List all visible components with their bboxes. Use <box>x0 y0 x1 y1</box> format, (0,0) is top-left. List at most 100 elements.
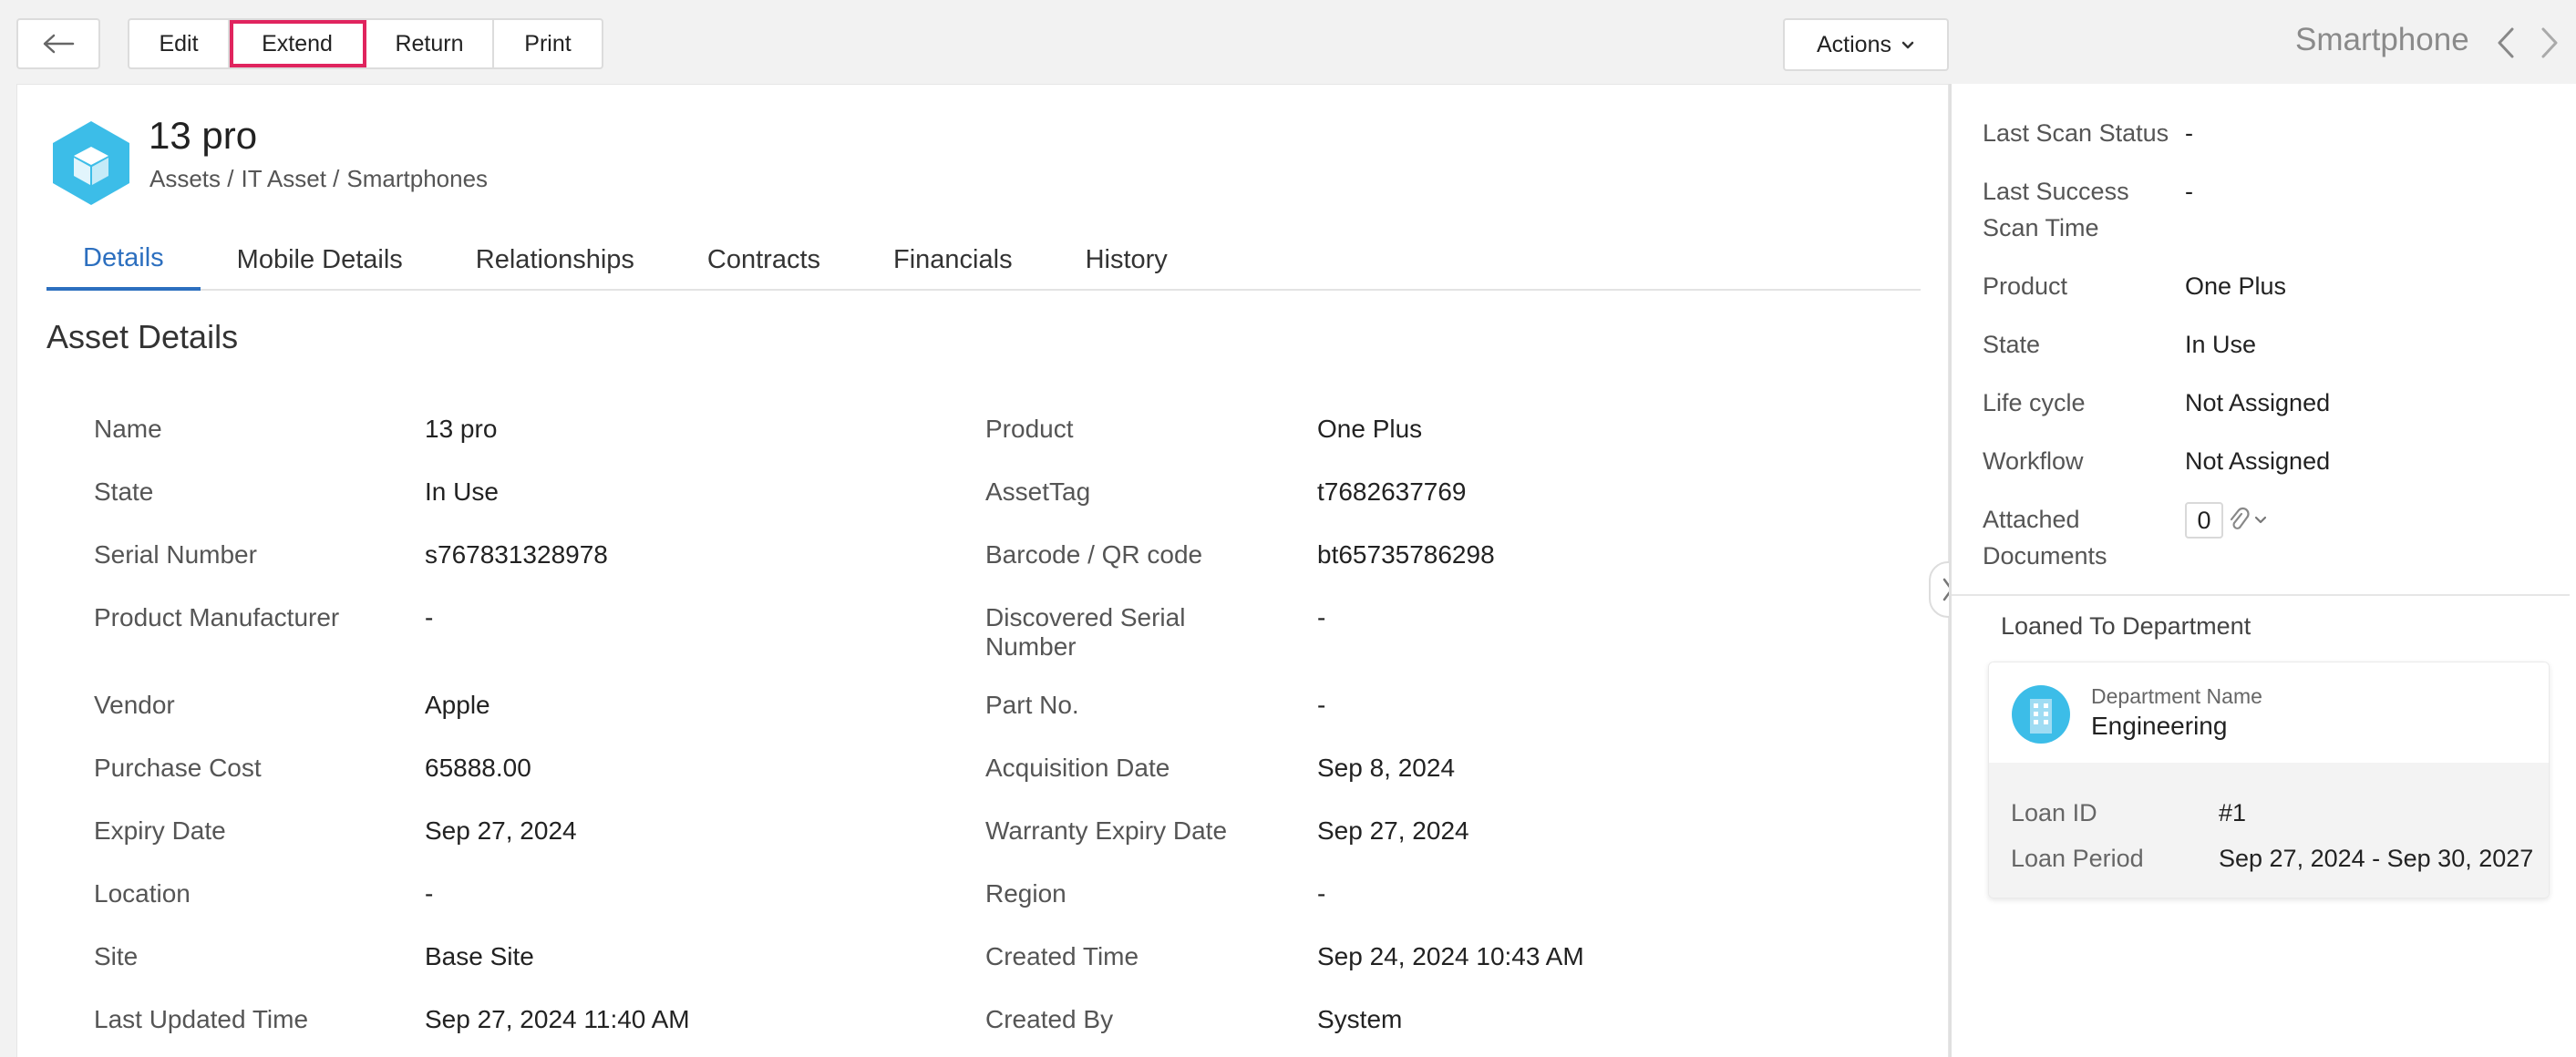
attached-documents-count: 0 <box>2185 502 2223 539</box>
attached-documents-label: Documents <box>1983 542 2107 570</box>
lifecycle-value: Not Assigned <box>2185 389 2331 416</box>
department-card-details <box>1989 763 2549 898</box>
field-value: Base Site <box>425 942 534 970</box>
field-label: Number <box>985 632 1077 661</box>
last-scan-status-label: Last Scan Status <box>1983 119 2169 147</box>
field-label: Part No. <box>985 691 1079 719</box>
tab-contracts[interactable]: Contracts <box>671 229 857 291</box>
department-card: Department Name Engineering Loan ID #1 L… <box>1988 662 2550 898</box>
asset-summary-sidebar: Last Scan Status - Last Success Scan Tim… <box>1949 84 2576 1057</box>
asset-details-panel: 13 pro Assets / IT Asset / Smartphones D… <box>16 84 1949 1057</box>
product-label: Product <box>1983 272 2068 300</box>
field-value: - <box>425 879 434 908</box>
field-label: Last Updated Time <box>94 1005 309 1033</box>
field-value: - <box>425 603 434 631</box>
field-value: 13 pro <box>425 415 498 443</box>
last-success-scan-label: Last Success <box>1983 178 2129 205</box>
return-button[interactable]: Return <box>366 20 494 67</box>
field-label: Created Time <box>985 942 1139 970</box>
record-type-title: Smartphone <box>2295 22 2469 57</box>
field-label: Region <box>985 879 1066 908</box>
workflow-label: Workflow <box>1983 447 2084 475</box>
field-label: Vendor <box>94 691 175 719</box>
loaned-to-department-title: Loaned To Department <box>2001 612 2251 640</box>
last-success-scan-label: Scan Time <box>1983 214 2099 241</box>
field-label: Product <box>985 415 1074 443</box>
chevron-left-icon[interactable] <box>2495 26 2517 60</box>
field-label: Expiry Date <box>94 816 226 845</box>
field-value: System <box>1317 1005 1403 1033</box>
field-value: s767831328978 <box>425 540 608 569</box>
field-value: Apple <box>425 691 490 719</box>
cube-icon <box>53 121 129 205</box>
field-label: Product Manufacturer <box>94 603 340 631</box>
edit-button[interactable]: Edit <box>129 20 230 67</box>
breadcrumb-item-it-asset[interactable]: IT Asset / <box>241 165 339 193</box>
building-icon <box>2012 685 2070 744</box>
field-value: t7682637769 <box>1317 477 1467 506</box>
field-label: State <box>94 477 154 506</box>
toolbar: Edit Extend Return Print Actions Smartph… <box>0 0 2576 84</box>
tab-relationships[interactable]: Relationships <box>439 229 671 291</box>
field-label: Barcode / QR code <box>985 540 1203 569</box>
actions-dropdown[interactable]: Actions <box>1783 18 1949 71</box>
divider <box>1952 594 2570 596</box>
field-value: Sep 8, 2024 <box>1317 754 1456 782</box>
tab-details[interactable]: Details <box>46 229 201 291</box>
field-value: In Use <box>425 477 499 506</box>
back-button[interactable] <box>16 18 100 69</box>
attached-documents-label: Attached <box>1983 506 2080 533</box>
field-value: Sep 27, 2024 <box>425 816 577 845</box>
last-scan-status-value: - <box>2185 119 2193 147</box>
field-label: Warranty Expiry Date <box>985 816 1228 845</box>
page-title: 13 pro <box>149 114 258 157</box>
field-label: Purchase Cost <box>94 754 262 782</box>
action-button-group: Edit Extend Return Print <box>128 18 603 69</box>
arrow-left-icon <box>43 34 75 54</box>
loan-period-label: Loan Period <box>2011 845 2144 872</box>
field-label: Location <box>94 879 191 908</box>
tab-financials[interactable]: Financials <box>857 229 1049 291</box>
tab-history[interactable]: History <box>1049 229 1204 291</box>
field-value: bt65735786298 <box>1317 540 1495 569</box>
extend-button[interactable]: Extend <box>230 20 366 67</box>
field-label: Acquisition Date <box>985 754 1170 782</box>
department-name-value[interactable]: Engineering <box>2091 712 2227 741</box>
print-button[interactable]: Print <box>494 20 602 67</box>
field-label: Serial Number <box>94 540 257 569</box>
state-label: State <box>1983 331 2041 358</box>
field-label: Name <box>94 415 162 443</box>
breadcrumb-item-smartphones[interactable]: Smartphones <box>346 165 488 193</box>
loan-period-value: Sep 27, 2024 - Sep 30, 2027 <box>2219 845 2534 872</box>
field-value: - <box>1317 879 1326 908</box>
field-value: One Plus <box>1317 415 1423 443</box>
lifecycle-label: Life cycle <box>1983 389 2086 416</box>
tab-bar: Details Mobile Details Relationships Con… <box>46 229 1921 291</box>
chevron-right-icon[interactable] <box>2539 26 2561 60</box>
field-label: Discovered Serial <box>985 603 1186 631</box>
department-card-header <box>1989 662 2549 763</box>
product-value: One Plus <box>2185 272 2287 300</box>
workflow-value: Not Assigned <box>2185 447 2331 475</box>
last-success-scan-value: - <box>2185 178 2193 205</box>
field-value: Sep 27, 2024 11:40 AM <box>425 1005 690 1033</box>
paperclip-icon[interactable] <box>2227 507 2269 534</box>
field-value: - <box>1317 691 1326 719</box>
loan-id-label: Loan ID <box>2011 799 2097 826</box>
field-label: Site <box>94 942 139 970</box>
field-label: Created By <box>985 1005 1114 1033</box>
loan-id-value: #1 <box>2219 799 2247 826</box>
section-title: Asset Details <box>46 318 239 355</box>
breadcrumb-item-assets[interactable]: Assets / <box>149 165 233 193</box>
field-value: - <box>1317 603 1326 631</box>
chevron-down-icon <box>1901 41 1914 49</box>
breadcrumb: Assets / IT Asset / Smartphones <box>149 165 488 193</box>
field-value: Sep 27, 2024 <box>1317 816 1469 845</box>
field-value: 65888.00 <box>425 754 531 782</box>
department-name-label: Department Name <box>2091 684 2262 708</box>
state-value: In Use <box>2185 331 2257 358</box>
actions-label: Actions <box>1817 31 1891 57</box>
field-value: Sep 24, 2024 10:43 AM <box>1317 942 1584 970</box>
field-label: AssetTag <box>985 477 1091 506</box>
tab-mobile-details[interactable]: Mobile Details <box>201 229 439 291</box>
